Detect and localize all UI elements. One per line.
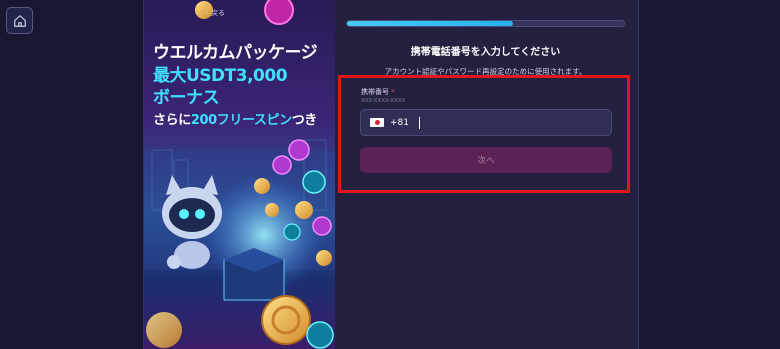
progress-fill <box>347 21 514 26</box>
flag-circle <box>374 120 380 125</box>
form-title: 携帯電話番号を入力してください <box>410 47 561 58</box>
progress-bar <box>346 20 625 27</box>
banner-free-spins-prefix: さらに <box>153 113 191 128</box>
back-link[interactable]: ‹ 戻る <box>206 8 225 18</box>
next-button[interactable]: 次へ <box>360 147 612 173</box>
banner-free-spins-suffix: つき <box>291 113 318 128</box>
banner-free-spins-count: 200フリースピン <box>190 113 292 128</box>
text-caret <box>419 116 420 129</box>
phone-label-text: 携帯番号 <box>361 88 389 96</box>
required-mark: * <box>391 88 395 96</box>
phone-input[interactable]: +81 <box>360 109 612 136</box>
home-button[interactable] <box>6 7 33 34</box>
promo-banner: ウエルカムパッケージ 最大USDT3,000 ボーナス さらに200フリースピン… <box>144 0 335 349</box>
phone-label: 携帯番号 * <box>361 87 395 97</box>
dial-code[interactable]: +81 <box>390 118 409 128</box>
phone-hint: XXX-XXXX-XXXX <box>361 98 406 104</box>
home-icon <box>13 14 26 27</box>
banner-bonus-label: ボーナス <box>153 88 220 108</box>
japan-flag-icon[interactable] <box>370 118 384 127</box>
banner-headline: ウエルカムパッケージ <box>153 43 318 63</box>
banner-free-spins: さらに200フリースピンつき <box>153 109 317 128</box>
